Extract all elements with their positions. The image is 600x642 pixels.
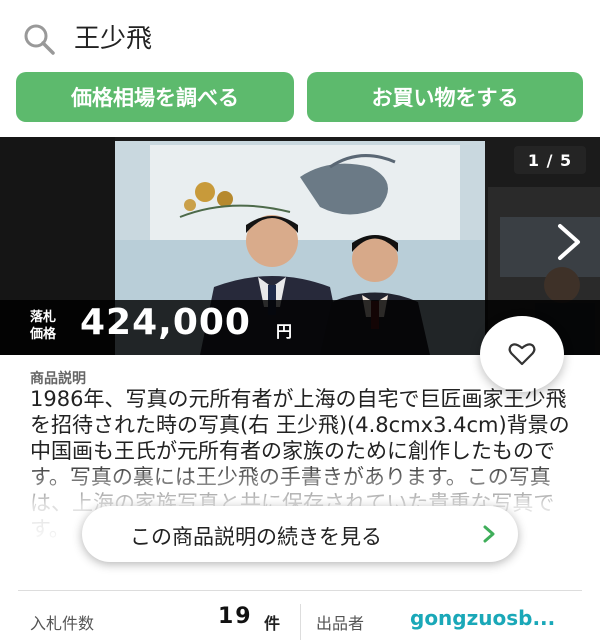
seller-label: 出品者: [316, 614, 365, 633]
seller-link[interactable]: gongzuosb...: [410, 606, 555, 630]
price-value: 424,000: [80, 302, 251, 343]
price-unit: 円: [276, 322, 293, 341]
divider: [18, 590, 582, 591]
bid-count-value: 19: [218, 604, 253, 629]
price-lookup-button[interactable]: 価格相場を調べる: [16, 72, 294, 122]
price-label: 落札 価格: [30, 309, 56, 343]
heart-icon: [508, 343, 536, 366]
search-icon: [24, 24, 55, 55]
chevron-right-icon: [483, 525, 495, 543]
search-query[interactable]: 王少飛: [74, 18, 152, 55]
stats-separator: [300, 604, 301, 640]
gallery-page-indicator: 1 / 5: [514, 146, 586, 174]
bid-count-unit: 件: [264, 614, 281, 633]
read-more-label: この商品説明の続きを見る: [130, 525, 382, 549]
read-more-button[interactable]: この商品説明の続きを見る: [82, 506, 518, 562]
bid-count-label: 入札件数: [30, 614, 95, 633]
shop-button[interactable]: お買い物をする: [307, 72, 583, 122]
price-label-line2: 価格: [30, 327, 57, 342]
price-label-line1: 落札: [30, 310, 57, 325]
description-heading: 商品説明: [30, 371, 86, 387]
search-bar[interactable]: 王少飛: [0, 0, 600, 68]
chevron-right-icon[interactable]: [556, 222, 582, 262]
favorite-button[interactable]: [480, 316, 564, 392]
